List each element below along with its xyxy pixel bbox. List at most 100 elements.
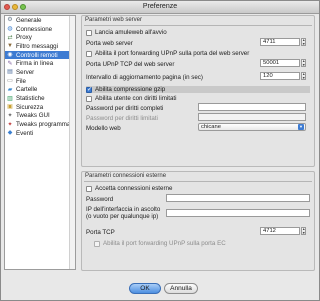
sidebar-item[interactable]: ▰ Cartelle <box>5 86 75 95</box>
file-icon: ▭ <box>7 78 13 85</box>
ok-button[interactable]: OK <box>129 283 161 294</box>
launch-amuleweb-checkbox[interactable] <box>86 29 92 36</box>
server-icon: ▤ <box>7 69 13 76</box>
refresh-interval-row: Intervallo di aggiornamento pagina (in s… <box>86 74 203 81</box>
sidebar-item[interactable]: ◆ Eventi <box>5 129 75 138</box>
sidebar-item[interactable]: ◍ Connessione <box>5 25 75 34</box>
password-row: Password <box>86 196 113 203</box>
proxy-icon: ⇄ <box>7 34 13 41</box>
sidebar-item-label: Filtro messaggi <box>16 42 58 50</box>
gear-icon: ⚙ <box>7 17 13 24</box>
launch-amuleweb-row[interactable]: Lancia amuleweb all'avvio <box>86 29 167 36</box>
sidebar-item-label: Proxy <box>16 34 32 42</box>
divider <box>84 181 312 182</box>
full-password-row: Password per diritti completi <box>86 105 163 112</box>
tcp-port-stepper[interactable]: ▲ ▼ <box>301 227 306 235</box>
sidebar-item-label: Firma in linea <box>16 60 54 68</box>
external-group-title: Parametri connessioni esterne <box>85 173 167 179</box>
upnp-ec-row[interactable]: Abilita il port forwarding UPnP sulla po… <box>94 240 226 247</box>
sidebar-item[interactable]: ▭ File <box>5 77 75 86</box>
external-password-input[interactable] <box>166 194 310 202</box>
limited-user-checkbox[interactable] <box>86 95 92 102</box>
sidebar-item-label: Eventi <box>16 129 34 137</box>
pen-icon: ✎ <box>7 60 13 67</box>
upnp-web-checkbox[interactable] <box>86 50 92 57</box>
sidebar-item-label: Statistiche <box>16 95 45 103</box>
sidebar-scrollbar[interactable] <box>69 16 75 269</box>
remote-icon: ◉ <box>7 52 13 59</box>
ip-label-line2: (o vuoto per qualunque ip) <box>86 213 159 220</box>
web-server-group: Parametri web server Lancia amuleweb all… <box>81 15 315 167</box>
accept-external-checkbox[interactable] <box>86 185 92 192</box>
refresh-interval-stepper[interactable]: ▲ ▼ <box>301 72 306 80</box>
sidebar-item-label: Connessione <box>16 25 53 33</box>
sidebar-item-label: Cartelle <box>16 86 38 94</box>
sidebar-item-label: File <box>16 77 26 85</box>
sidebar-item[interactable]: ⚙ Generale <box>5 16 75 25</box>
tcp-port-input[interactable]: 4712 <box>260 227 300 235</box>
upnp-ec-checkbox[interactable] <box>94 240 100 247</box>
sidebar-item-label: Tweaks GUI <box>16 112 50 120</box>
template-select[interactable]: chicane ▼ <box>198 123 306 131</box>
sidebar-item-label: Server <box>16 68 35 76</box>
limited-user-row[interactable]: Abilita utente con diritti limitati <box>86 95 177 102</box>
chevron-down-icon: ▼ <box>298 124 304 130</box>
sidebar-item[interactable]: ⇄ Proxy <box>5 33 75 42</box>
ip-label-line1: IP dell'interfaccia in ascolto <box>86 206 161 213</box>
web-port-label: Porta web server <box>86 40 133 47</box>
full-password-input[interactable] <box>198 103 306 111</box>
cancel-button[interactable]: Annulla <box>164 283 198 294</box>
sidebar-item-label: Tweaks programma <box>16 121 71 129</box>
sidebar-item[interactable]: ◉ Controlli remoti <box>5 50 75 60</box>
refresh-interval-input[interactable]: 120 <box>260 72 300 80</box>
upnp-port-row: Porta UPnP TCP del web server <box>86 61 174 68</box>
tcp-port-label: Porta TCP <box>86 229 115 236</box>
tweak-icon: ✦ <box>7 112 13 119</box>
limited-password-row: Password per diritti limitati <box>86 115 158 122</box>
folder-icon: ▰ <box>7 86 13 93</box>
sidebar-item[interactable]: ▤ Server <box>5 68 75 77</box>
template-label: Modello web <box>86 125 121 132</box>
password-label: Password <box>86 196 114 203</box>
sidebar: ⚙ Generale ◍ Connessione ⇄ Proxy ▼ Filtro messa… <box>4 15 76 270</box>
globe-icon: ◍ <box>7 26 13 33</box>
accept-external-label: Accetta connessioni esterne <box>95 185 173 192</box>
sidebar-item-label: Generale <box>16 16 42 24</box>
sidebar-item[interactable]: ▼ Filtro messaggi <box>5 42 75 51</box>
sidebar-item[interactable]: ✎ Firma in linea <box>5 59 75 68</box>
divider <box>84 25 312 26</box>
listen-ip-input[interactable] <box>166 209 310 217</box>
accept-external-row[interactable]: Accetta connessioni esterne <box>86 185 172 192</box>
web-server-group-title: Parametri web server <box>85 17 143 23</box>
event-icon: ◆ <box>7 130 13 137</box>
limited-password-input[interactable] <box>198 113 306 121</box>
title-bar: Preferenze <box>1 1 319 14</box>
tcp-port-row: Porta TCP <box>86 229 115 236</box>
upnp-port-input[interactable]: 50001 <box>260 59 300 67</box>
sidebar-item-label: Sicurezza <box>16 103 44 111</box>
launch-amuleweb-label: Lancia amuleweb all'avvio <box>95 29 167 36</box>
gzip-checkbox[interactable] <box>86 86 92 93</box>
sidebar-item-label: Controlli remoti <box>16 51 58 59</box>
upnp-port-stepper[interactable]: ▲ ▼ <box>301 59 306 67</box>
sidebar-item[interactable]: ✦ Tweaks programma <box>5 120 75 129</box>
tweak-icon: ✦ <box>7 121 13 128</box>
ip-label-row-2: (o vuoto per qualunque ip) <box>86 213 158 220</box>
upnp-ec-label: Abilita il port forwarding UPnP sulla po… <box>103 240 226 247</box>
full-password-label: Password per diritti completi <box>86 105 164 112</box>
refresh-interval-label: Intervallo di aggiornamento pagina (in s… <box>86 74 203 81</box>
upnp-web-label: Abilita il port forwarding UPnP sulla po… <box>95 50 250 57</box>
sidebar-item[interactable]: ▥ Statistiche <box>5 94 75 103</box>
web-port-stepper[interactable]: ▲ ▼ <box>301 38 306 46</box>
window-title: Preferenze <box>142 3 178 10</box>
sidebar-item[interactable]: ✦ Tweaks GUI <box>5 112 75 121</box>
sidebar-item[interactable]: ▣ Sicurezza <box>5 103 75 112</box>
upnp-web-row[interactable]: Abilita il port forwarding UPnP sulla po… <box>86 50 249 57</box>
web-port-input[interactable]: 4711 <box>260 38 300 46</box>
lock-icon: ▣ <box>7 104 13 111</box>
chart-icon: ▥ <box>7 95 13 102</box>
filter-icon: ▼ <box>7 43 13 50</box>
gzip-label: Abilita compressione gzip <box>95 86 166 93</box>
upnp-port-label: Porta UPnP TCP del web server <box>86 61 175 68</box>
gzip-row[interactable]: Abilita compressione gzip <box>86 86 310 93</box>
